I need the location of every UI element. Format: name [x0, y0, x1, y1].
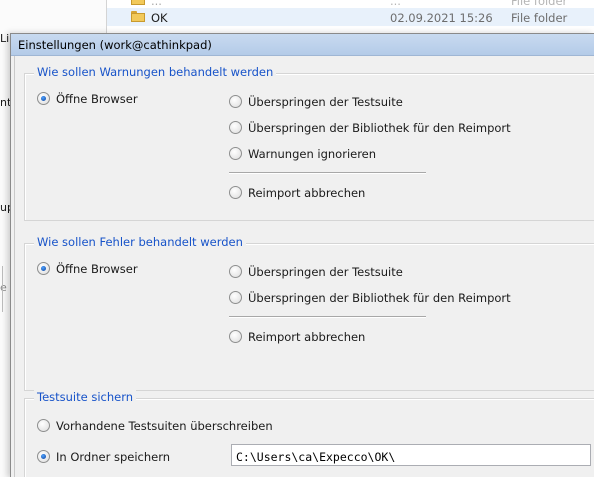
dialog-title: Einstellungen (work@cathinkpad) [18, 38, 212, 52]
folder-icon [131, 11, 145, 22]
radio-label: Reimport abbrechen [248, 186, 366, 200]
radio-label: Vorhandene Testsuiten überschreiben [56, 419, 273, 433]
warnings-radio-open-browser[interactable]: Öffne Browser [37, 92, 157, 108]
radio-label: Reimport abbrechen [248, 330, 366, 344]
warnings-radio-skip-testsuite[interactable]: Überspringen der Testsuite [229, 95, 509, 111]
file-date: ... [390, 0, 401, 8]
file-type: File folder [511, 0, 568, 8]
radio-label: Warnungen ignorieren [248, 147, 377, 161]
separator [229, 172, 426, 174]
radio-selected-icon [37, 450, 50, 463]
radio-selected-icon [37, 262, 50, 275]
radio-unselected-icon [229, 186, 242, 199]
errors-group-title: Wie sollen Fehler behandelt werden [34, 235, 246, 249]
radio-unselected-icon [229, 265, 242, 278]
warnings-groupbox: Wie sollen Warnungen behandelt werden Öf… [24, 65, 594, 221]
radio-label: In Ordner speichern [56, 450, 171, 464]
errors-groupbox: Wie sollen Fehler behandelt werden Öffne… [24, 235, 594, 391]
save-radio-overwrite[interactable]: Vorhandene Testsuiten überschreiben [37, 419, 297, 435]
file-name: ... [151, 0, 162, 8]
radio-unselected-icon [229, 147, 242, 160]
radio-label: Öffne Browser [56, 92, 138, 106]
save-radio-save-to-folder[interactable]: In Ordner speichern [37, 450, 217, 466]
save-group-title: Testsuite sichern [34, 390, 137, 404]
radio-selected-icon [37, 92, 50, 105]
warnings-radio-skip-library[interactable]: Überspringen der Bibliothek für den Reim… [229, 121, 511, 137]
radio-label: Öffne Browser [56, 262, 138, 276]
file-row[interactable]: OK 02.09.2021 15:26 File folder [107, 8, 594, 26]
separator [229, 316, 426, 318]
radio-unselected-icon [229, 291, 242, 304]
radio-unselected-icon [229, 330, 242, 343]
warnings-group-title: Wie sollen Warnungen behandelt werden [34, 65, 277, 79]
errors-radio-skip-library[interactable]: Überspringen der Bibliothek für den Reim… [229, 291, 511, 307]
warnings-radio-abort-reimport[interactable]: Reimport abbrechen [229, 186, 509, 202]
radio-unselected-icon [229, 95, 242, 108]
file-date: 02.09.2021 15:26 [390, 11, 493, 25]
radio-label: Überspringen der Testsuite [248, 95, 403, 109]
explorer-file-list: ... ... File folder OK 02.09.2021 15:26 … [107, 0, 594, 44]
file-name: OK [151, 11, 168, 25]
dialog-body: Wie sollen Warnungen behandelt werden Öf… [14, 56, 594, 477]
folder-icon [131, 0, 145, 5]
edge-text-fragment: Li [0, 32, 10, 45]
warnings-radio-ignore[interactable]: Warnungen ignorieren [229, 147, 509, 163]
radio-label: Überspringen der Testsuite [248, 265, 403, 279]
dialog-titlebar[interactable]: Einstellungen (work@cathinkpad) [11, 34, 594, 56]
radio-unselected-icon [37, 419, 50, 432]
errors-radio-open-browser[interactable]: Öffne Browser [37, 262, 157, 278]
radio-label: Überspringen der Bibliothek für den Reim… [248, 291, 511, 305]
folder-path-input[interactable] [231, 444, 591, 466]
settings-dialog: Einstellungen (work@cathinkpad) Wie soll… [10, 33, 594, 477]
radio-label: Überspringen der Bibliothek für den Reim… [248, 121, 511, 135]
radio-unselected-icon [229, 121, 242, 134]
file-type: File folder [511, 11, 568, 25]
errors-radio-abort-reimport[interactable]: Reimport abbrechen [229, 330, 509, 346]
errors-radio-skip-testsuite[interactable]: Überspringen der Testsuite [229, 265, 509, 281]
edge-border [2, 266, 3, 312]
